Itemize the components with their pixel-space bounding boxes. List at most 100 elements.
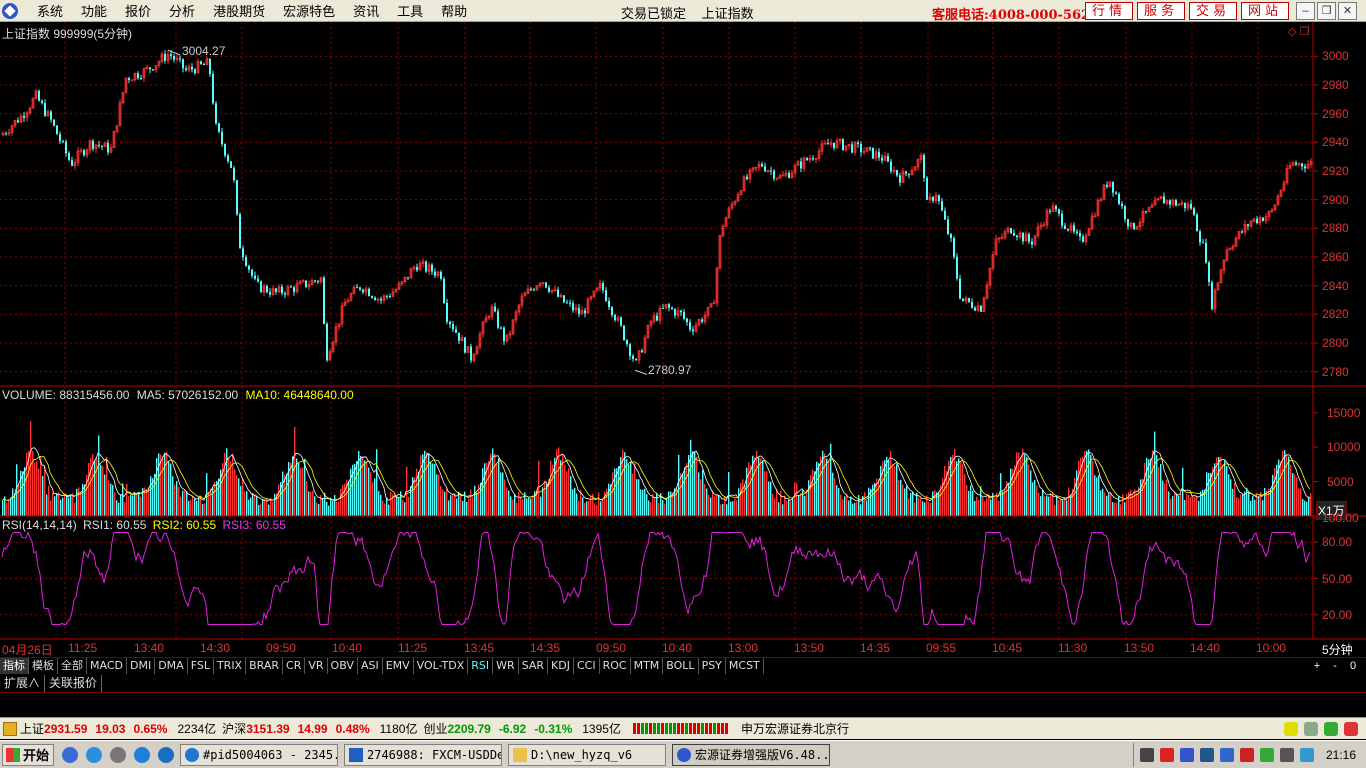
indicator-tab-psy[interactable]: PSY — [699, 658, 726, 674]
indicator-tab-asi[interactable]: ASI — [358, 658, 383, 674]
candle-body — [578, 307, 580, 315]
candle-body — [269, 292, 271, 295]
related-quote-tab[interactable]: 关联报价 — [45, 675, 103, 692]
menu-system[interactable]: 系统 — [28, 1, 72, 20]
status-icon[interactable] — [1279, 748, 1294, 762]
message-icon[interactable] — [1284, 722, 1298, 736]
candle-body — [971, 301, 973, 308]
network-icon[interactable] — [1179, 748, 1194, 762]
indicator-tab-全部[interactable]: 全部 — [58, 658, 87, 674]
volume-bar — [1308, 496, 1310, 516]
volume-bar — [1234, 482, 1236, 516]
menu-tools[interactable]: 工具 — [388, 1, 432, 20]
antivirus-icon[interactable] — [1239, 748, 1254, 762]
indicator-tab-模板[interactable]: 模板 — [29, 658, 58, 674]
app-logo-icon[interactable] — [2, 2, 18, 19]
media-icon[interactable] — [110, 746, 126, 763]
indicator-tab-mcst[interactable]: MCST — [726, 658, 764, 674]
restore-icon[interactable]: ❐ — [1317, 2, 1336, 20]
expand-tab[interactable]: 扩展∧ — [0, 675, 46, 692]
market-icon[interactable] — [3, 721, 17, 736]
volume-bar — [882, 461, 884, 516]
indicator-tab-vr[interactable]: VR — [305, 658, 328, 674]
browser-icon[interactable] — [134, 746, 150, 763]
indicator-tab-trix[interactable]: TRIX — [214, 658, 247, 674]
website-button[interactable]: 网站 — [1241, 2, 1289, 20]
shield-icon[interactable] — [1199, 748, 1214, 762]
ie-icon[interactable] — [86, 746, 102, 763]
trade-button[interactable]: 交易 — [1189, 2, 1237, 20]
indicator-tab-mtm[interactable]: MTM — [631, 658, 664, 674]
indicator-tab-brar[interactable]: BRAR — [246, 658, 284, 674]
indicator-tab-cci[interactable]: CCI — [574, 658, 600, 674]
reset-button[interactable]: 0 — [1346, 658, 1360, 674]
sound-icon[interactable] — [1299, 748, 1314, 762]
start-button[interactable]: 开始 — [2, 743, 54, 766]
indicator-tab-sar[interactable]: SAR — [519, 658, 549, 674]
close-icon[interactable]: ✕ — [1338, 2, 1357, 20]
indicator-tab-fsl[interactable]: FSL — [188, 658, 214, 674]
candle-body — [1079, 233, 1081, 237]
menu-quote[interactable]: 报价 — [116, 1, 160, 20]
menu-hongyuan-features[interactable]: 宏源特色 — [274, 1, 344, 20]
minimize-icon[interactable]: – — [1296, 2, 1315, 20]
task-hongyuan[interactable]: 宏源证券增强版V6.48... — [672, 743, 830, 766]
task-folder[interactable]: D:\new_hyzq_v6 — [508, 743, 666, 766]
volume-bar — [1056, 495, 1058, 516]
indicator-tab-kdj[interactable]: KDJ — [548, 658, 574, 674]
indicator-tab-emv[interactable]: EMV — [383, 658, 414, 674]
signal-icon[interactable] — [1304, 722, 1318, 736]
quote-button[interactable]: 行情 — [1085, 2, 1133, 20]
candle-body — [1208, 262, 1210, 283]
service-button[interactable]: 服务 — [1137, 2, 1185, 20]
volume-bar — [196, 500, 198, 516]
volume-bar — [328, 505, 330, 516]
indicator-tab-dmi[interactable]: DMI — [127, 658, 156, 674]
volume-bar — [598, 492, 600, 516]
trade-lock-status[interactable]: 交易已锁定 — [621, 6, 686, 21]
period-label[interactable]: 5分钟 — [1322, 641, 1353, 658]
zoom-in-button[interactable]: + — [1310, 658, 1324, 674]
connection-icon[interactable] — [1324, 722, 1338, 736]
volume-bar — [768, 481, 770, 516]
indicator-tab-指标[interactable]: 指标 — [0, 658, 29, 674]
indicator-tab-obv[interactable]: OBV — [328, 658, 358, 674]
volume-bar — [218, 478, 220, 516]
menu-info[interactable]: 资讯 — [344, 1, 388, 20]
indicator-tab-macd[interactable]: MACD — [87, 658, 127, 674]
task-fxcm[interactable]: 2746988: FXCM-USDDe... — [344, 743, 502, 766]
chart-settings-icon[interactable]: ◇ ❐ — [1288, 25, 1309, 38]
volume-bar — [596, 504, 598, 516]
indicator-tab-dma[interactable]: DMA — [155, 658, 188, 674]
volume-bar — [242, 478, 244, 516]
indicator-tab-wr[interactable]: WR — [493, 658, 519, 674]
volume-bar — [564, 464, 566, 516]
indicator-tab-vol-tdx[interactable]: VOL-TDX — [414, 658, 469, 674]
zoom-out-button[interactable]: - — [1328, 658, 1342, 674]
volume-bar — [670, 491, 672, 516]
volume-bar — [680, 473, 682, 516]
indicator-tab-roc[interactable]: ROC — [600, 658, 631, 674]
hs-change: 14.99 — [297, 721, 328, 736]
sync-icon[interactable] — [1259, 748, 1274, 762]
desktop-icon[interactable] — [62, 746, 78, 763]
flag-icon[interactable] — [1159, 748, 1174, 762]
qq-icon[interactable] — [158, 746, 174, 763]
menu-help[interactable]: 帮助 — [432, 1, 476, 20]
indicator-tab-boll[interactable]: BOLL — [663, 658, 699, 674]
volume-bar — [94, 460, 96, 516]
volume-bar — [1310, 493, 1312, 516]
time-label: 13:50 — [1124, 641, 1155, 655]
task-browser[interactable]: #pid5004063 - 2345... — [180, 743, 338, 766]
keyboard-icon[interactable] — [1139, 748, 1154, 762]
chart-canvas[interactable] — [0, 22, 1366, 657]
alert-icon[interactable] — [1344, 722, 1358, 736]
chart-area[interactable]: 上证指数 999999(5分钟) ◇ ❐ 3004.27 2780.97 300… — [0, 22, 1366, 657]
menu-function[interactable]: 功能 — [72, 1, 116, 20]
indicator-tab-cr[interactable]: CR — [283, 658, 306, 674]
security-icon[interactable] — [1219, 748, 1234, 762]
menu-hk-futures[interactable]: 港股期货 — [204, 1, 274, 20]
candle-body — [53, 119, 55, 126]
menu-analysis[interactable]: 分析 — [160, 1, 204, 20]
indicator-tab-rsi[interactable]: RSI — [468, 658, 494, 674]
